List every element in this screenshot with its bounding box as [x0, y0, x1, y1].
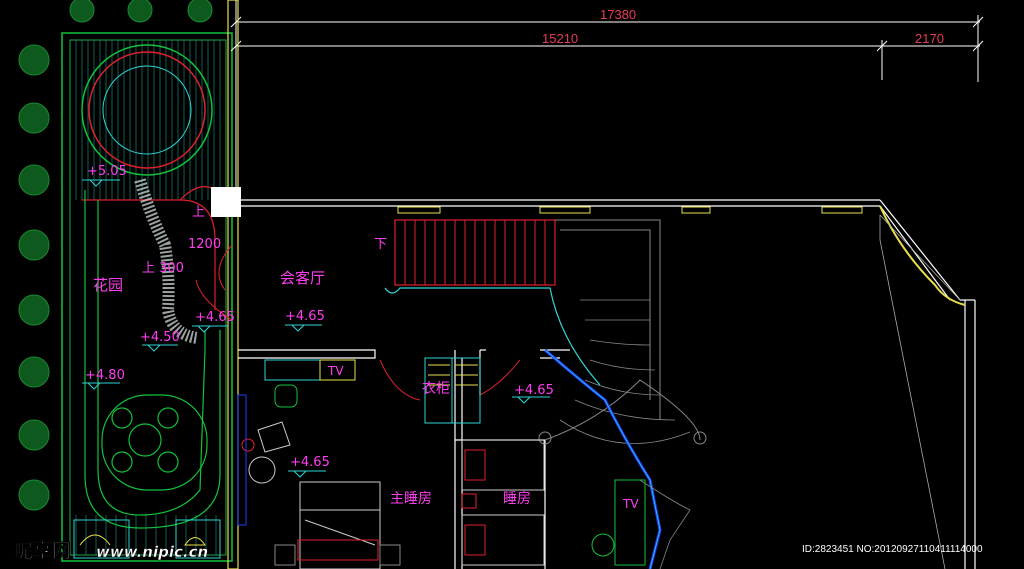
marker-square — [211, 187, 241, 217]
tree-column — [18, 0, 213, 511]
cad-floor-plan: 17380 15210 2170 花园 会客厅 衣柜 主睡房 睡房 +5.05 … — [0, 0, 1024, 569]
watermark-url: www.nipic.cn — [96, 543, 208, 561]
dimension-left-span: 15210 — [542, 31, 578, 46]
elevation-label: +4.80 — [85, 368, 125, 383]
stair-down-label: 下 — [374, 237, 387, 252]
tree-icon — [69, 0, 95, 23]
tv-label: TV — [622, 497, 639, 511]
garden-area — [61, 32, 233, 562]
tree-icon — [18, 164, 50, 196]
tree-icon — [18, 479, 50, 511]
building-walls — [227, 0, 976, 569]
fountain — [81, 44, 213, 176]
elevation-label: +4.65 — [195, 310, 235, 325]
watermark-brand: 昵享网 — [14, 539, 71, 562]
room-label-living-room: 会客厅 — [280, 269, 325, 287]
watermark-id: ID:2823451 NO:20120927110411114000 — [802, 544, 983, 555]
dining-set — [111, 407, 179, 473]
elevation-label: +4.50 — [140, 330, 180, 345]
tree-icon — [18, 294, 50, 326]
tree-icon — [127, 0, 153, 23]
bedroom-furniture — [461, 439, 646, 566]
garden-doors — [195, 244, 521, 401]
tree-icon — [18, 419, 50, 451]
room-label-master-bedroom: 主睡房 — [390, 491, 432, 507]
room-label-garden: 花园 — [93, 276, 123, 294]
width-label: 1200 — [188, 237, 221, 252]
tree-icon — [18, 102, 50, 134]
elevation-label: +5.05 — [87, 164, 127, 179]
tree-icon — [18, 44, 50, 76]
dimension-right-span: 2170 — [915, 31, 944, 46]
tree-icon — [18, 229, 50, 261]
room-label-bedroom: 睡房 — [503, 491, 531, 507]
elevation-label: +4.65 — [290, 455, 330, 470]
room-label-wardrobe: 衣柜 — [422, 381, 450, 397]
dimension-total: 17380 — [600, 7, 636, 22]
stair-up-label: 上 — [192, 205, 205, 220]
elevation-label: +4.65 — [285, 309, 325, 324]
step-up-label: 上 300 — [142, 261, 184, 276]
floor-plan-drawing: 17380 15210 2170 花园 会客厅 衣柜 主睡房 睡房 +5.05 … — [14, 0, 984, 569]
tree-icon — [18, 356, 50, 388]
tree-icon — [187, 0, 213, 23]
dimension-lines — [230, 0, 984, 200]
watermark: 昵享网 www.nipic.cn ID:2823451 NO:201209271… — [14, 539, 983, 563]
elevation-label: +4.65 — [514, 383, 554, 398]
tv-label: TV — [327, 364, 344, 378]
